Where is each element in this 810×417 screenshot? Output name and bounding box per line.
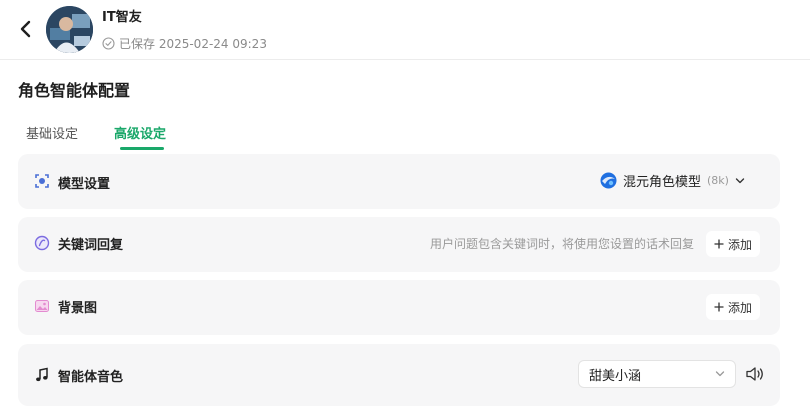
background-image-title: 背景图	[58, 301, 98, 316]
add-keyword-label: 添加	[728, 237, 753, 252]
keyword-reply-hint: 用户问题包含关键词时，将使用您设置的话术回复	[429, 237, 694, 251]
plus-icon	[714, 239, 724, 249]
save-status: 已保存 2025-02-24 09:23	[102, 35, 267, 51]
keyword-icon	[34, 235, 50, 251]
model-settings-title: 模型设置	[58, 177, 111, 192]
voice-select[interactable]: 甜美小涵	[578, 360, 736, 388]
agent-voice-title: 智能体音色	[58, 370, 124, 385]
image-icon	[34, 298, 50, 314]
agent-voice-card: 智能体音色 甜美小涵	[18, 344, 780, 406]
agent-avatar[interactable]	[46, 6, 93, 53]
keyword-reply-card: 关键词回复 用户问题包含关键词时，将使用您设置的话术回复 添加	[18, 217, 780, 272]
speaker-icon	[746, 367, 763, 381]
back-button[interactable]	[14, 17, 38, 41]
tab-basic-settings[interactable]: 基础设定	[26, 123, 78, 142]
check-circle-icon	[102, 36, 115, 50]
agent-name: IT智友	[102, 10, 142, 25]
plus-icon	[714, 302, 724, 312]
add-keyword-button[interactable]: 添加	[706, 231, 761, 257]
background-image-card: 背景图 添加	[18, 280, 780, 335]
voice-preview-button[interactable]	[744, 363, 766, 385]
model-context-size: (8k)	[707, 174, 729, 187]
model-icon	[34, 173, 50, 189]
model-settings-card: 模型设置 混元角色模型 (8k)	[18, 154, 780, 209]
add-background-label: 添加	[728, 300, 753, 315]
selected-model-name: 混元角色模型	[623, 175, 702, 190]
selected-voice-name: 甜美小涵	[589, 368, 642, 384]
save-status-text: 已保存 2025-02-24 09:23	[119, 36, 267, 51]
keyword-reply-title: 关键词回复	[58, 238, 124, 253]
config-tabs: 基础设定 高级设定	[0, 118, 810, 152]
active-tab-indicator	[120, 147, 164, 150]
chevron-down-icon	[735, 177, 745, 183]
chevron-left-icon	[20, 20, 31, 38]
hunyuan-logo-icon	[600, 172, 617, 189]
add-background-button[interactable]: 添加	[706, 294, 761, 320]
music-note-icon	[34, 367, 50, 383]
chevron-down-icon	[715, 371, 725, 377]
tab-advanced-settings[interactable]: 高级设定	[114, 123, 166, 142]
top-header: IT智友 已保存 2025-02-24 09:23	[0, 0, 810, 60]
model-select[interactable]: 混元角色模型 (8k)	[600, 171, 745, 190]
page-title: 角色智能体配置	[18, 81, 131, 100]
